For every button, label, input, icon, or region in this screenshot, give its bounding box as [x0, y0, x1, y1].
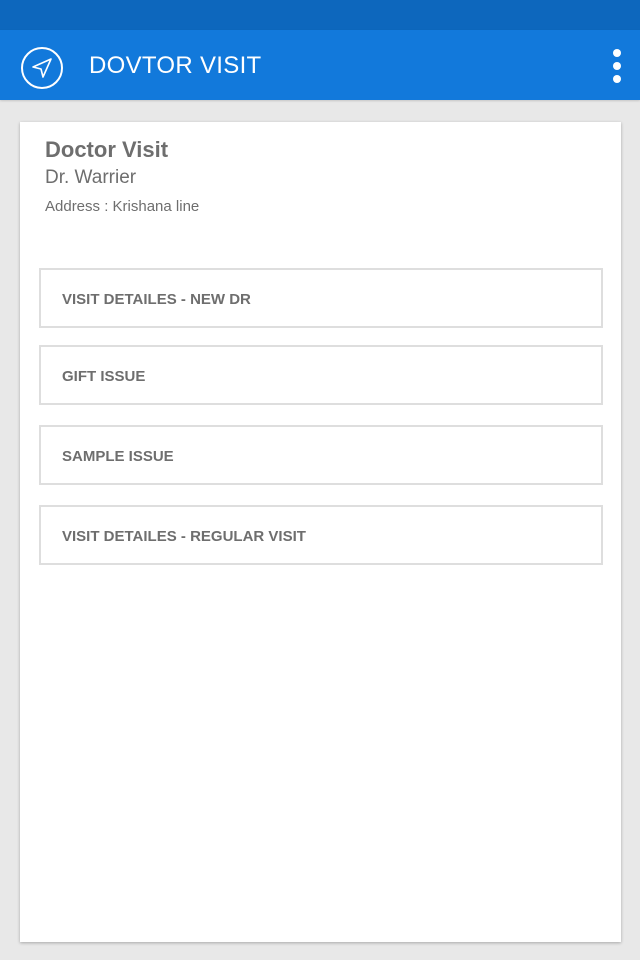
- option-label: GIFT ISSUE: [62, 368, 146, 385]
- more-vertical-icon[interactable]: [604, 48, 630, 84]
- menu-dot: [613, 62, 621, 70]
- navigation-arrow-icon: [32, 58, 52, 78]
- option-label: VISIT DETAILES - NEW DR: [62, 291, 251, 308]
- option-label: VISIT DETAILES - REGULAR VISIT: [62, 528, 306, 545]
- app-title: DOVTOR VISIT: [89, 52, 262, 79]
- menu-dot: [613, 75, 621, 83]
- option-visit-details-new-dr[interactable]: VISIT DETAILES - NEW DR: [39, 268, 603, 328]
- option-label: SAMPLE ISSUE: [62, 448, 174, 465]
- option-gift-issue[interactable]: GIFT ISSUE: [39, 345, 603, 405]
- doctor-visit-card: Doctor Visit Dr. Warrier Address : Krish…: [20, 122, 621, 942]
- menu-dot: [613, 49, 621, 57]
- visit-options-list: VISIT DETAILES - NEW DR GIFT ISSUE SAMPL…: [20, 122, 621, 942]
- status-bar: [0, 0, 640, 30]
- navigation-button[interactable]: [21, 47, 63, 89]
- option-visit-details-regular-visit[interactable]: VISIT DETAILES - REGULAR VISIT: [39, 505, 603, 565]
- app-bar: DOVTOR VISIT: [0, 30, 640, 100]
- option-sample-issue[interactable]: SAMPLE ISSUE: [39, 425, 603, 485]
